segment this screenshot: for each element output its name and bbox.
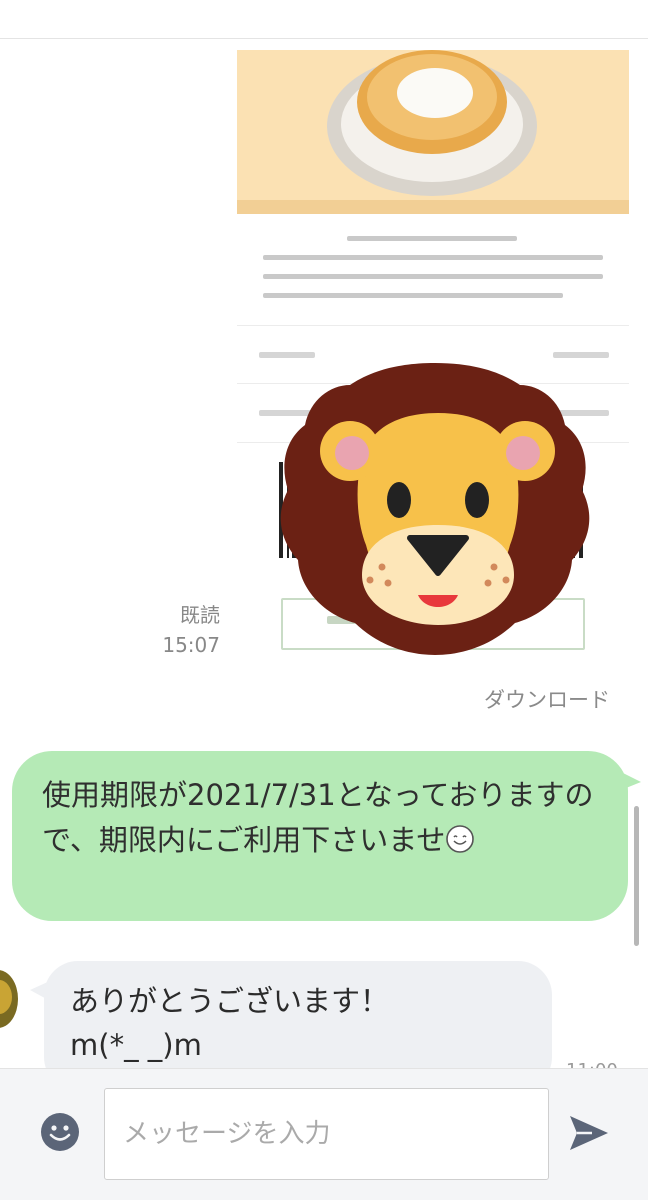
outgoing-message-bubble[interactable]: 使用期限が2021/7/31となっておりますので、期限内にご利用下さいませ (12, 751, 628, 921)
coupon-hero-image (237, 50, 629, 214)
scrollbar[interactable] (634, 806, 639, 946)
read-receipt: 既読 15:07 (150, 600, 220, 660)
smiling-face-emoji (446, 825, 475, 853)
read-label: 既読 (180, 603, 220, 627)
message-input[interactable] (104, 1088, 549, 1180)
read-time: 15:07 (162, 633, 220, 657)
incoming-message-line1: ありがとうございます！ (70, 984, 390, 1018)
send-icon[interactable] (566, 1110, 612, 1156)
smiley-icon[interactable] (40, 1112, 80, 1152)
outgoing-message-text: 使用期限が2021/7/31となっておりますので、期限内にご利用下さいませ (42, 778, 594, 857)
avatar[interactable] (0, 970, 18, 1028)
incoming-message-line2: m(*_ _)m (70, 1028, 202, 1062)
lion-face-emoji (280, 363, 590, 655)
download-link[interactable]: ダウンロード (440, 684, 610, 714)
top-divider (0, 38, 648, 39)
